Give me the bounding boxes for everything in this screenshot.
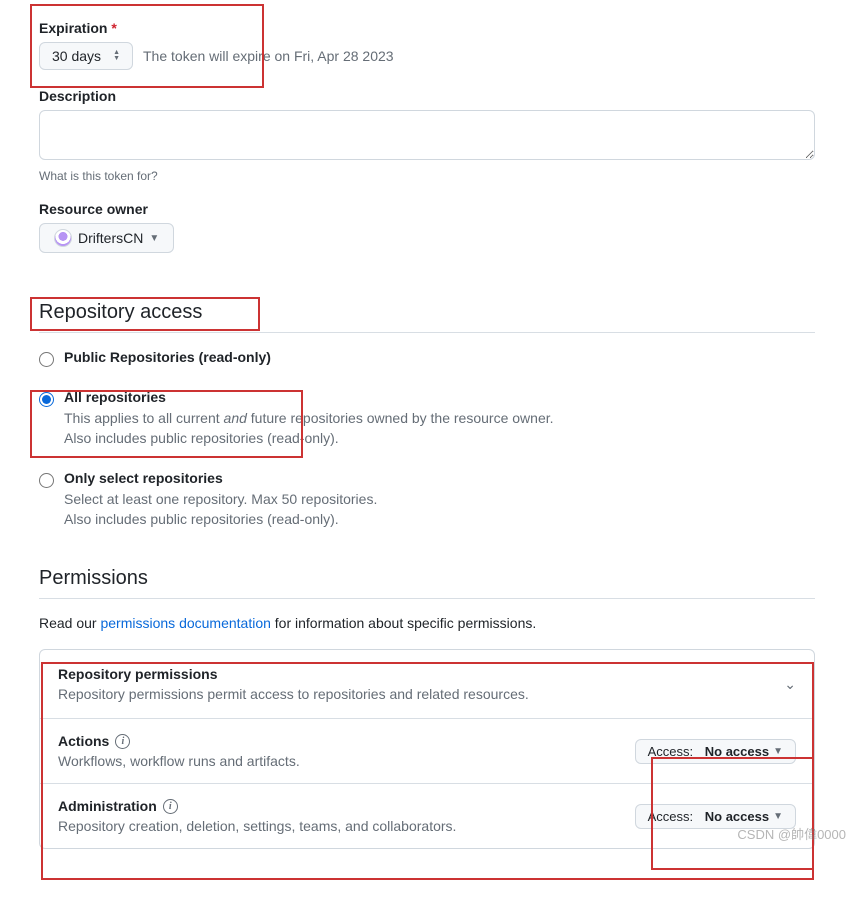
avatar: [54, 229, 72, 247]
expiration-hint: The token will expire on Fri, Apr 28 202…: [143, 48, 394, 64]
info-icon[interactable]: i: [163, 799, 178, 814]
repo-access-heading: Repository access: [39, 301, 815, 333]
permissions-intro: Read our permissions documentation for i…: [39, 615, 815, 631]
repo-permissions-panel: Repository permissions Repository permis…: [39, 649, 815, 849]
expiration-select[interactable]: 30 days ▲▼: [39, 42, 133, 70]
permissions-doc-link[interactable]: permissions documentation: [100, 615, 270, 631]
info-icon[interactable]: i: [115, 734, 130, 749]
radio-public[interactable]: [39, 352, 54, 367]
radio-select-label: Only select repositories: [64, 470, 377, 486]
description-helper: What is this token for?: [39, 169, 815, 183]
repo-permissions-toggle[interactable]: Repository permissions Repository permis…: [40, 650, 814, 718]
radio-select-desc: Select at least one repository. Max 50 r…: [64, 490, 377, 529]
description-input[interactable]: [39, 110, 815, 160]
perm-row-admin: Administration i Repository creation, de…: [40, 783, 814, 848]
radio-all-label: All repositories: [64, 389, 554, 405]
updown-icon: ▲▼: [113, 50, 120, 62]
radio-all-desc: This applies to all current and future r…: [64, 409, 554, 448]
radio-public-label: Public Repositories (read-only): [64, 349, 271, 365]
owner-select[interactable]: DriftersCN ▼: [39, 223, 174, 253]
expiration-label: Expiration *: [39, 20, 815, 36]
radio-all[interactable]: [39, 392, 54, 407]
caret-down-icon: ▼: [149, 233, 159, 244]
access-actions-select[interactable]: Access: No access ▼: [635, 739, 796, 764]
caret-down-icon: ▼: [773, 811, 783, 822]
radio-select[interactable]: [39, 473, 54, 488]
watermark: CSDN @帥偉0000: [737, 824, 846, 843]
owner-label: Resource owner: [39, 201, 815, 217]
chevron-down-icon: ⌄: [784, 676, 796, 693]
caret-down-icon: ▼: [773, 746, 783, 757]
permissions-heading: Permissions: [39, 567, 815, 599]
perm-row-actions: Actions i Workflows, workflow runs and a…: [40, 718, 814, 783]
description-label: Description: [39, 88, 815, 104]
